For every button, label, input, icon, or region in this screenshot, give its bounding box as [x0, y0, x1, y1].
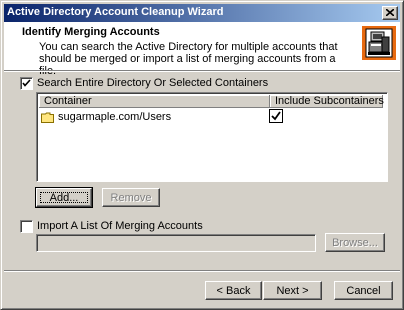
- search-directory-label[interactable]: Search Entire Directory Or Selected Cont…: [37, 77, 268, 89]
- folder-icon: [41, 112, 54, 123]
- include-subcontainers-checkbox[interactable]: [269, 109, 283, 123]
- close-icon: [386, 9, 394, 16]
- next-button[interactable]: Next >: [263, 281, 322, 300]
- cancel-button-label: Cancel: [346, 285, 381, 297]
- header-divider: [4, 70, 400, 72]
- browse-button-label: Browse...: [332, 237, 378, 249]
- page-title: Identify Merging Accounts: [22, 26, 160, 38]
- window-title: Active Directory Account Cleanup Wizard: [7, 6, 224, 18]
- focus-rectangle: [40, 192, 88, 203]
- remove-button[interactable]: Remove: [102, 188, 160, 207]
- column-header-container[interactable]: Container: [39, 95, 270, 108]
- containers-list[interactable]: Container Include Subcontainers sugarmap…: [36, 92, 388, 182]
- title-bar[interactable]: Active Directory Account Cleanup Wizard: [4, 4, 400, 22]
- browse-button[interactable]: Browse...: [325, 233, 385, 252]
- remove-button-label: Remove: [110, 192, 152, 204]
- wizard-window: Active Directory Account Cleanup Wizard …: [0, 0, 404, 310]
- import-list-checkbox[interactable]: [20, 220, 33, 233]
- back-button[interactable]: < Back: [205, 281, 262, 300]
- container-row-name[interactable]: sugarmaple.com/Users: [58, 111, 171, 123]
- cancel-button[interactable]: Cancel: [334, 281, 393, 300]
- next-button-label: Next >: [276, 285, 309, 297]
- wizard-header: Identify Merging Accounts You can search…: [4, 22, 400, 77]
- back-button-label: < Back: [216, 285, 251, 297]
- checkmark-icon: [271, 111, 281, 121]
- footer-divider: [4, 270, 400, 272]
- import-file-field[interactable]: [36, 234, 316, 252]
- checkmark-icon: [22, 79, 31, 87]
- computer-wizard-icon: [362, 26, 396, 60]
- close-button[interactable]: [382, 6, 398, 20]
- search-directory-checkbox[interactable]: [20, 77, 33, 90]
- add-button[interactable]: Add...: [35, 187, 93, 208]
- column-header-include-subcontainers[interactable]: Include Subcontainers: [270, 95, 384, 108]
- import-list-label[interactable]: Import A List Of Merging Accounts: [37, 220, 203, 232]
